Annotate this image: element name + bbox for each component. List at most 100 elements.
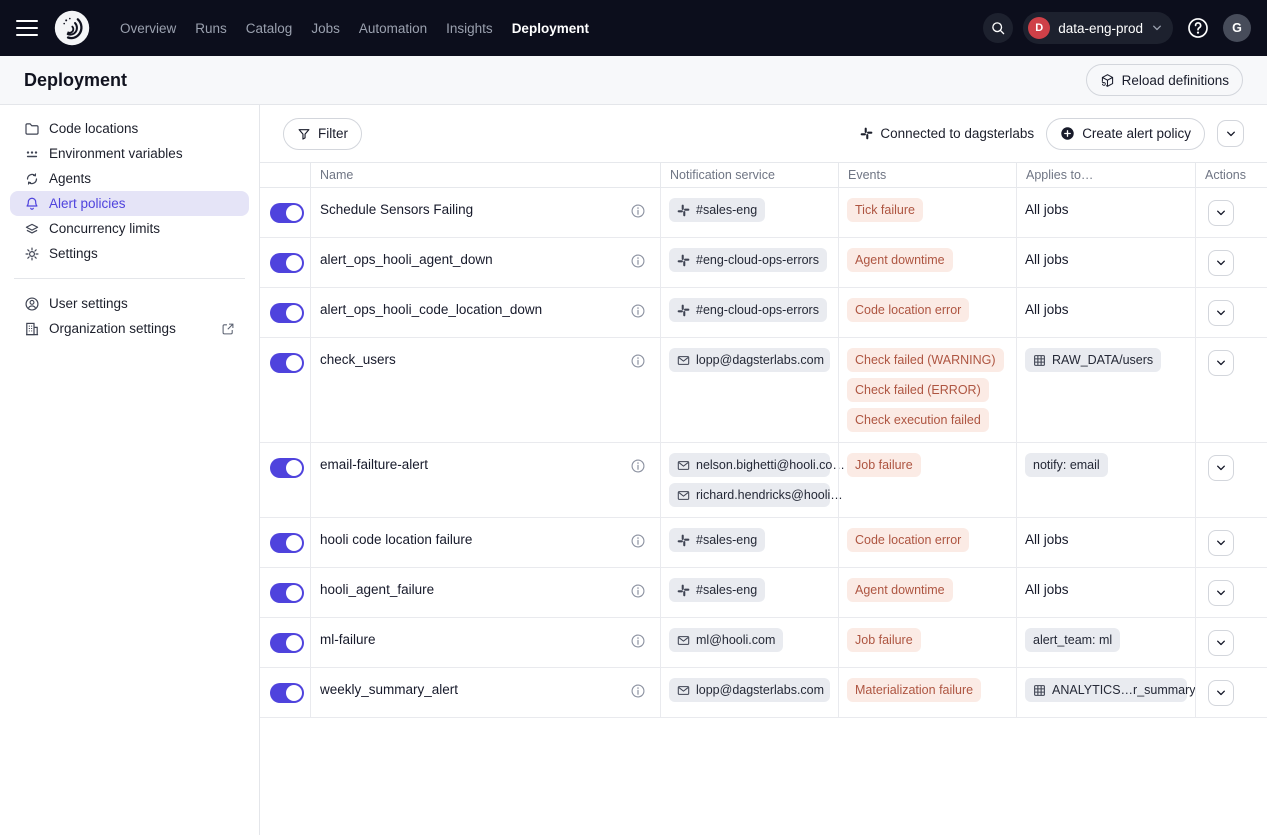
nav-item-jobs[interactable]: Jobs [311,15,340,42]
chevron-down-icon [1215,257,1227,269]
search-icon [990,20,1006,36]
sidebar-item-user-settings[interactable]: User settings [10,291,249,316]
row-actions-button[interactable] [1208,455,1234,481]
slack-icon [677,254,690,267]
info-icon[interactable] [630,203,646,219]
event-tag: Tick failure [847,198,923,222]
row-actions-button[interactable] [1208,300,1234,326]
table-row: alert_ops_hooli_agent_down#eng-cloud-ops… [260,238,1267,288]
user-avatar[interactable]: G [1223,14,1251,42]
sidebar-item-environment-variables[interactable]: Environment variables [10,141,249,166]
alert-policy-toggle[interactable] [270,458,304,478]
deployment-switcher[interactable]: D data-eng-prod [1023,12,1173,44]
chevron-down-icon [1215,537,1227,549]
applies-to-cell: All jobs [1016,518,1195,567]
info-icon[interactable] [630,458,646,474]
info-icon[interactable] [630,533,646,549]
row-actions-button[interactable] [1208,350,1234,376]
name-cell: hooli code location failure [310,518,660,567]
organization-icon [24,321,40,337]
events-cell: Tick failure [838,188,1016,237]
toggle-cell [260,618,310,667]
alert-policy-toggle[interactable] [270,253,304,273]
chevron-down-icon [1215,307,1227,319]
applies-to-tag: ANALYTICS…r_summary [1025,678,1187,702]
plus-circle-icon [1060,126,1075,141]
applies-to-cell: RAW_DATA/users [1016,338,1195,442]
nav-item-automation[interactable]: Automation [359,15,427,42]
chevron-down-icon [1215,587,1227,599]
filter-button[interactable]: Filter [283,118,362,150]
event-tag: Job failure [847,628,921,652]
sidebar-item-code-locations[interactable]: Code locations [10,116,249,141]
nav-item-insights[interactable]: Insights [446,15,493,42]
name-cell: Schedule Sensors Failing [310,188,660,237]
row-actions-button[interactable] [1208,580,1234,606]
sidebar-item-label: Alert policies [49,196,126,211]
external-link-icon[interactable] [221,322,235,336]
column-header-events: Events [838,163,1016,187]
sidebar-item-label: Concurrency limits [49,221,160,236]
table-icon [1033,684,1046,697]
nav-item-overview[interactable]: Overview [120,15,176,42]
row-actions-button[interactable] [1208,630,1234,656]
row-actions-button[interactable] [1208,250,1234,276]
sidebar-item-label: Settings [49,246,98,261]
applies-to-tag: notify: email [1025,453,1108,477]
info-icon[interactable] [630,353,646,369]
alert-policy-toggle[interactable] [270,583,304,603]
notification-tag: ml@hooli.com [669,628,783,652]
sidebar-item-label: Organization settings [49,321,176,336]
sidebar-item-agents[interactable]: Agents [10,166,249,191]
notification-tag: #eng-cloud-ops-errors [669,248,827,272]
gear-icon [24,246,40,262]
nav-item-runs[interactable]: Runs [195,15,227,42]
notification-tag: #sales-eng [669,528,765,552]
name-cell: email-failture-alert [310,443,660,517]
alert-policy-toggle[interactable] [270,683,304,703]
row-actions-button[interactable] [1208,680,1234,706]
info-icon[interactable] [630,633,646,649]
email-icon [677,684,690,697]
row-actions-button[interactable] [1208,530,1234,556]
reload-definitions-button[interactable]: Reload definitions [1086,64,1243,96]
row-actions-button[interactable] [1208,200,1234,226]
nav-item-deployment[interactable]: Deployment [512,15,589,42]
create-alert-policy-menu-button[interactable] [1217,120,1244,147]
actions-cell [1195,338,1267,442]
alert-policy-toggle[interactable] [270,633,304,653]
notification-tag: lopp@dagsterlabs.com [669,348,830,372]
info-icon[interactable] [630,303,646,319]
applies-to-cell: notify: email [1016,443,1195,517]
sidebar-item-label: Agents [49,171,91,186]
nav-item-catalog[interactable]: Catalog [246,15,293,42]
events-cell: Code location error [838,288,1016,337]
alert-policies-table: Schedule Sensors Failing #sales-eng Tick f… [260,188,1267,718]
info-icon[interactable] [630,683,646,699]
alert-policy-toggle[interactable] [270,203,304,223]
column-header-name: Name [310,163,660,187]
alert-policy-toggle[interactable] [270,533,304,553]
search-button[interactable] [983,13,1013,43]
deployment-name: data-eng-prod [1058,21,1143,36]
create-alert-policy-button[interactable]: Create alert policy [1046,118,1205,150]
event-tag: Code location error [847,528,969,552]
table-row: alert_ops_hooli_code_location_down#eng-c… [260,288,1267,338]
hamburger-menu-icon[interactable] [16,20,40,36]
info-icon[interactable] [630,583,646,599]
column-header-actions: Actions [1195,163,1267,187]
variables-icon [24,146,40,162]
help-button[interactable] [1183,13,1213,43]
sidebar-item-organization-settings[interactable]: Organization settings [10,316,249,341]
info-icon[interactable] [630,253,646,269]
notification-service-cell: lopp@dagsterlabs.com [660,668,838,717]
applies-to-cell: All jobs [1016,288,1195,337]
toggle-cell [260,518,310,567]
sidebar-item-concurrency-limits[interactable]: Concurrency limits [10,216,249,241]
alert-policy-toggle[interactable] [270,353,304,373]
alert-policy-toggle[interactable] [270,303,304,323]
sidebar-item-alert-policies[interactable]: Alert policies [10,191,249,216]
sync-icon [24,171,40,187]
user-icon [24,296,40,312]
sidebar-item-settings[interactable]: Settings [10,241,249,266]
